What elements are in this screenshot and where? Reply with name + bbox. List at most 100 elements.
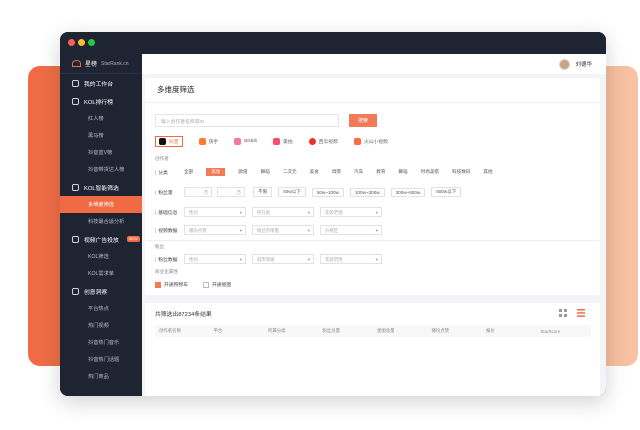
- column-header[interactable]: StarScore: [537, 329, 592, 334]
- meipai-icon: [273, 138, 281, 145]
- category-chip[interactable]: 科技数码: [452, 169, 470, 175]
- checkbox-checked-icon: [155, 281, 161, 288]
- platform-kuaishou[interactable]: 快手: [198, 138, 218, 145]
- location-select[interactable]: 所在地 ▾: [252, 207, 314, 217]
- checkbox-cart[interactable]: 开通购物车: [155, 281, 188, 288]
- checkbox-xingtu[interactable]: 开通星图: [203, 281, 231, 288]
- category-chip[interactable]: 母婴: [332, 169, 341, 175]
- list-view-icon[interactable]: [577, 309, 585, 317]
- select-placeholder: 城市等级: [257, 257, 275, 262]
- price-select[interactable]: 价格区 ▾: [320, 225, 382, 235]
- category-chip[interactable]: 时尚美搭: [421, 169, 439, 175]
- category-chip[interactable]: 其他: [483, 169, 492, 175]
- brand-sub: StarRank.cn: [101, 60, 129, 67]
- sidebar-item-hot-video[interactable]: 热门视频: [60, 317, 142, 334]
- sidebar-label: KOL智能筛选: [84, 185, 119, 192]
- platform-xigua[interactable]: 西瓜视频: [308, 138, 338, 145]
- fans-min-input[interactable]: 万: [184, 187, 212, 197]
- sidebar-group-insight[interactable]: 创意洞察: [60, 282, 142, 300]
- fans-option[interactable]: 50w以下: [278, 187, 306, 197]
- sidebar-item-kol-demand[interactable]: KOL需求单: [60, 265, 142, 282]
- grid-view-icon[interactable]: [559, 309, 567, 317]
- maximize-dot[interactable]: [88, 39, 95, 46]
- results-table-header: 创作者名称 平台 所属分类 粉丝总量 星图总量 播均点赞 报价 StarScor…: [155, 325, 591, 337]
- city-level-select[interactable]: 城市等级 ▾: [252, 254, 314, 264]
- fans-option[interactable]: 100w~300w: [349, 187, 385, 197]
- select-placeholder: 年龄范围: [325, 257, 343, 262]
- sidebar-item-red[interactable]: 红人榜: [60, 110, 142, 127]
- section-creator: 创作者: [155, 156, 169, 161]
- sidebar-item-ecom[interactable]: 抖音带货达人榜: [60, 161, 142, 178]
- fans-option[interactable]: 500w以下: [431, 187, 462, 197]
- sidebar-item-kol-select[interactable]: KOL筛选: [60, 248, 142, 265]
- main-area: 刘德华 多维度筛选 输入创作者名称或ID 搜索 抖音 快手 BiliBili 美…: [142, 54, 606, 396]
- minimize-dot[interactable]: [78, 39, 85, 46]
- platform-douyin[interactable]: 抖音: [155, 136, 183, 147]
- sidebar-item-hot-goods[interactable]: 热门商品: [60, 368, 142, 385]
- fans-option[interactable]: 300w~500w: [390, 187, 426, 197]
- category-chips: 全部 美妆 颜值 舞蹈 二次元 美食 母婴 汽车 教育 舞蹈 时尚美搭 科技数码…: [184, 168, 493, 176]
- sidebar-group-kol-filter[interactable]: KOL智能筛选: [60, 178, 142, 196]
- user-icon: [72, 79, 79, 87]
- fans-option[interactable]: 50w~100w: [311, 187, 344, 197]
- category-chip[interactable]: 教育: [376, 169, 385, 175]
- fans-age-select[interactable]: 年龄范围 ▾: [320, 254, 382, 264]
- brand-logo[interactable]: 星榜 StarRank.cn: [60, 54, 142, 74]
- search-button[interactable]: 搜索: [349, 114, 377, 127]
- sidebar-item-bluev[interactable]: 抖音蓝V榜: [60, 144, 142, 161]
- platform-label: 抖音: [169, 140, 179, 145]
- avatar[interactable]: [559, 58, 571, 70]
- platform-label: BiliBili: [244, 139, 258, 144]
- column-header[interactable]: 星图总量: [373, 328, 428, 334]
- user-name[interactable]: 刘德华: [575, 60, 592, 68]
- fans-option[interactable]: 不限: [253, 187, 273, 197]
- category-chip[interactable]: 美妆: [206, 168, 226, 176]
- category-chip[interactable]: 颜值: [238, 169, 247, 175]
- chevron-down-icon: ▾: [239, 210, 242, 215]
- category-chip[interactable]: 汽车: [354, 169, 363, 175]
- sidebar-item-analysis[interactable]: 科技最合适分析: [60, 213, 142, 230]
- sidebar-item-darkhorse[interactable]: 黑马榜: [60, 127, 142, 144]
- select-placeholder: 性别: [189, 257, 198, 262]
- divider: [145, 102, 600, 103]
- category-chip[interactable]: 美食: [310, 169, 319, 175]
- platform-bilibili[interactable]: BiliBili: [234, 138, 257, 145]
- column-header[interactable]: 创作者名称: [155, 328, 210, 334]
- fans-growth-select[interactable]: 粉丝月增量 ▾: [252, 225, 314, 235]
- platform-huoshan[interactable]: 火山小视频: [353, 138, 388, 145]
- results-count: 共筛选出87234条结果: [155, 312, 212, 318]
- sidebar-item-hot-music[interactable]: 抖音热门音乐: [60, 334, 142, 351]
- column-header[interactable]: 平台: [210, 328, 265, 334]
- trophy-icon: [72, 97, 79, 105]
- category-chip[interactable]: 二次元: [283, 169, 297, 175]
- select-placeholder: 播均点赞: [189, 228, 207, 233]
- select-placeholder: 价格区: [325, 228, 339, 233]
- avg-like-select[interactable]: 播均点赞 ▾: [184, 225, 246, 235]
- category-chip[interactable]: 全部: [184, 169, 193, 175]
- fans-max-input[interactable]: 万: [217, 187, 245, 197]
- category-chip[interactable]: 舞蹈: [398, 169, 407, 175]
- close-dot[interactable]: [68, 39, 75, 46]
- chevron-down-icon: ▾: [307, 257, 310, 262]
- fans-data-label: | 粉丝数据: [155, 258, 178, 263]
- xigua-icon: [308, 138, 316, 145]
- sidebar-item-multi-filter[interactable]: 多维度筛选: [60, 196, 142, 213]
- search-input[interactable]: 输入创作者名称或ID: [155, 114, 339, 127]
- fans-gender-select[interactable]: 性别 ▾: [184, 254, 246, 264]
- row-label-text: 粉丝数据: [158, 258, 178, 263]
- platform-meipai[interactable]: 美拍: [273, 138, 293, 145]
- sidebar-item-hot-topic[interactable]: 抖音热门话题: [60, 351, 142, 368]
- column-header[interactable]: 粉丝总量: [319, 328, 374, 334]
- column-header[interactable]: 报价: [482, 328, 537, 334]
- checkbox-label: 开通购物车: [164, 283, 188, 288]
- column-header[interactable]: 播均点赞: [428, 328, 483, 334]
- column-header[interactable]: 所属分类: [264, 328, 319, 334]
- sidebar-item-hot[interactable]: 平台热点: [60, 300, 142, 317]
- sidebar-item-workspace[interactable]: 我的工作台: [60, 74, 142, 92]
- sidebar-group-kol-rank[interactable]: KOL排行榜: [60, 92, 142, 110]
- chevron-down-icon: ▾: [375, 210, 378, 215]
- sidebar-group-video-ad[interactable]: 视频广告投放 NEW: [60, 230, 142, 248]
- age-select[interactable]: 年龄范围 ▾: [320, 207, 382, 217]
- gender-select[interactable]: 性别 ▾: [184, 207, 246, 217]
- category-chip[interactable]: 舞蹈: [261, 169, 270, 175]
